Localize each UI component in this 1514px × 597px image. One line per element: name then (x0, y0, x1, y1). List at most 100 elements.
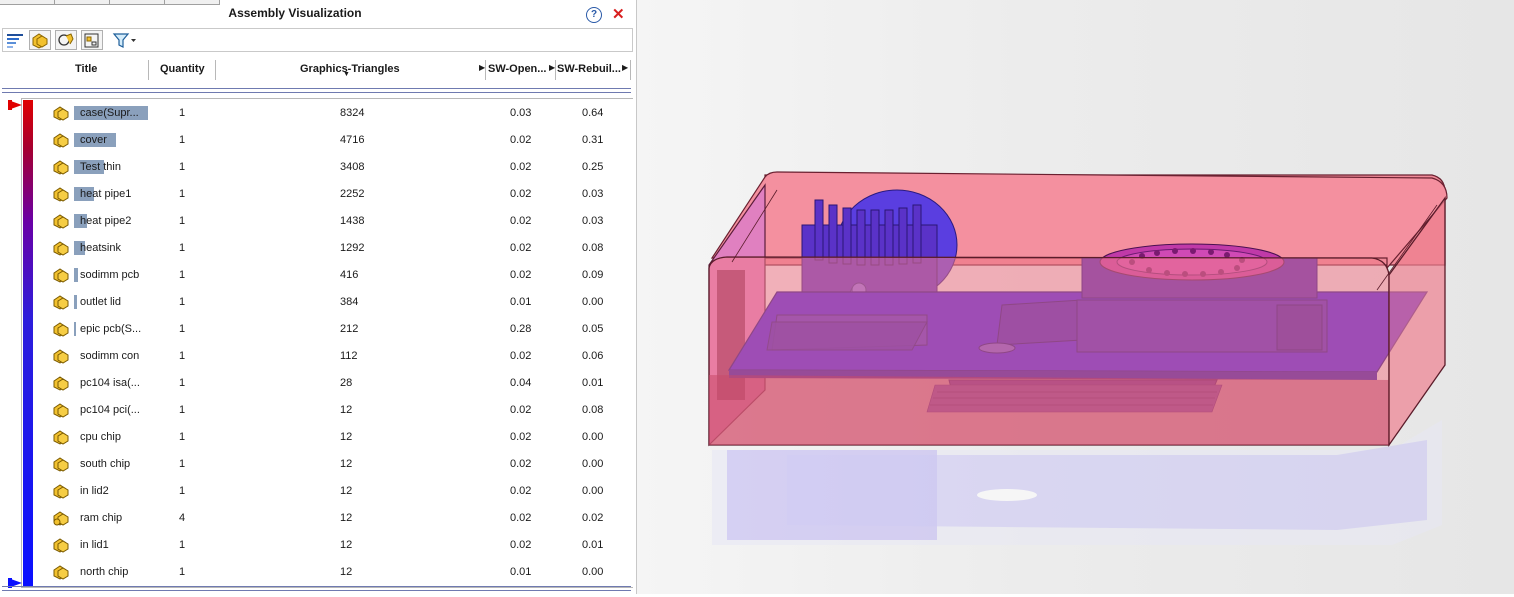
part-icon (52, 375, 70, 391)
list-row[interactable]: sodimm con 1 112 0.02 0.06 (40, 343, 630, 370)
component-triangles: 3408 (340, 161, 365, 173)
component-sw-rebuild: 0.00 (582, 296, 604, 308)
component-quantity: 4 (179, 512, 186, 524)
tab-2[interactable] (55, 0, 110, 5)
part-icon (52, 483, 70, 499)
list-row[interactable]: Test thin 1 3408 0.02 0.25 (40, 154, 630, 181)
list-row[interactable]: cover 1 4716 0.02 0.31 (40, 127, 630, 154)
list-row[interactable]: sodimm pcb 1 416 0.02 0.09 (40, 262, 630, 289)
component-quantity: 1 (179, 161, 186, 173)
component-triangles: 2252 (340, 188, 365, 200)
list-row[interactable]: heatsink 1 1292 0.02 0.08 (40, 235, 630, 262)
component-triangles: 12 (340, 404, 353, 416)
column-divider[interactable] (485, 60, 486, 80)
assembly-visualization-panel: Assembly Visualization ? ✕ Title Quantit… (0, 0, 637, 594)
component-sw-open: 0.02 (510, 512, 532, 524)
component-sw-open: 0.02 (510, 215, 532, 227)
part-icon (52, 294, 70, 310)
component-quantity: 1 (179, 296, 186, 308)
tab-4[interactable] (165, 0, 220, 5)
assembly-3d-model[interactable] (637, 0, 1514, 594)
component-sw-rebuild: 0.03 (582, 188, 604, 200)
component-triangles: 384 (340, 296, 359, 308)
multi-part-icon (52, 510, 70, 526)
part-icon (52, 267, 70, 283)
component-name: south chip (80, 458, 131, 470)
list-row[interactable]: ram chip 4 12 0.02 0.02 (40, 505, 630, 532)
column-divider[interactable] (215, 60, 216, 80)
part-icon (52, 429, 70, 445)
column-divider[interactable] (148, 60, 149, 80)
column-sw-open[interactable]: SW-Open... (488, 63, 546, 75)
header-divider (2, 88, 631, 93)
tab-3[interactable] (110, 0, 165, 5)
panel-tabs (0, 0, 220, 5)
list-row[interactable]: north chip 1 12 0.01 0.00 (40, 559, 630, 586)
component-quantity: 1 (179, 215, 186, 227)
flat-view-icon[interactable] (55, 30, 77, 50)
component-sw-open: 0.01 (510, 296, 532, 308)
list-row[interactable]: cpu chip 1 12 0.02 0.00 (40, 424, 630, 451)
component-sw-rebuild: 0.64 (582, 107, 604, 119)
component-sw-open: 0.02 (510, 188, 532, 200)
component-quantity: 1 (179, 242, 186, 254)
component-sw-open: 0.02 (510, 350, 532, 362)
column-header-row: Title Quantity Graphics-Triangles ▼ ▶ SW… (0, 58, 636, 82)
component-sw-rebuild: 0.08 (582, 242, 604, 254)
part-icon (52, 564, 70, 580)
part-icon (52, 321, 70, 337)
component-name: in lid1 (80, 539, 109, 551)
component-sw-open: 0.02 (510, 485, 532, 497)
panel-toolbar (2, 28, 633, 52)
columns-icon[interactable] (81, 30, 103, 50)
gradient-bar-icon[interactable] (5, 30, 27, 50)
gradient-scale-bar (23, 100, 33, 586)
column-divider[interactable] (555, 60, 556, 80)
assembly-view-icon[interactable] (29, 30, 51, 50)
component-triangles: 12 (340, 431, 353, 443)
filter-icon[interactable] (111, 30, 141, 50)
footer-divider (2, 586, 631, 591)
column-divider[interactable] (630, 60, 631, 80)
list-row[interactable]: case(Supr... 1 8324 0.03 0.64 (40, 100, 630, 127)
component-quantity: 1 (179, 566, 186, 578)
column-sw-rebuild[interactable]: SW-Rebuil... (557, 63, 621, 75)
list-row[interactable]: pc104 isa(... 1 28 0.04 0.01 (40, 370, 630, 397)
component-quantity: 1 (179, 539, 186, 551)
component-triangles: 112 (340, 350, 358, 362)
column-title[interactable]: Title (75, 63, 97, 75)
component-quantity: 1 (179, 485, 186, 497)
value-bar (74, 295, 77, 309)
component-name: heat pipe1 (80, 188, 132, 200)
component-sw-rebuild: 0.03 (582, 215, 604, 227)
sort-descending-icon: ▼ (343, 71, 350, 78)
list-row[interactable]: in lid1 1 12 0.02 0.01 (40, 532, 630, 559)
component-name: sodimm pcb (80, 269, 140, 281)
component-triangles: 1438 (340, 215, 365, 227)
part-icon (52, 186, 70, 202)
component-sw-open: 0.02 (510, 404, 532, 416)
expand-column-icon[interactable]: ▶ (622, 63, 628, 72)
list-row[interactable]: epic pcb(S... 1 212 0.28 0.05 (40, 316, 630, 343)
component-name: case(Supr... (80, 107, 139, 119)
list-row[interactable]: in lid2 1 12 0.02 0.00 (40, 478, 630, 505)
component-sw-rebuild: 0.01 (582, 377, 604, 389)
component-name: sodimm con (80, 350, 140, 362)
component-quantity: 1 (179, 269, 186, 281)
component-sw-open: 0.02 (510, 458, 532, 470)
component-name: pc104 pci(... (80, 404, 140, 416)
component-sw-open: 0.04 (510, 377, 532, 389)
graphics-viewport[interactable] (637, 0, 1514, 594)
list-row[interactable]: pc104 pci(... 1 12 0.02 0.08 (40, 397, 630, 424)
component-sw-rebuild: 0.05 (582, 323, 604, 335)
tab-1[interactable] (0, 0, 55, 5)
component-sw-rebuild: 0.00 (582, 485, 604, 497)
column-quantity[interactable]: Quantity (160, 63, 205, 75)
list-row[interactable]: heat pipe2 1 1438 0.02 0.03 (40, 208, 630, 235)
list-row[interactable]: south chip 1 12 0.02 0.00 (40, 451, 630, 478)
list-row[interactable]: outlet lid 1 384 0.01 0.00 (40, 289, 630, 316)
component-quantity: 1 (179, 107, 186, 119)
help-icon[interactable]: ? (586, 7, 602, 23)
close-icon[interactable]: ✕ (612, 5, 625, 23)
list-row[interactable]: heat pipe1 1 2252 0.02 0.03 (40, 181, 630, 208)
